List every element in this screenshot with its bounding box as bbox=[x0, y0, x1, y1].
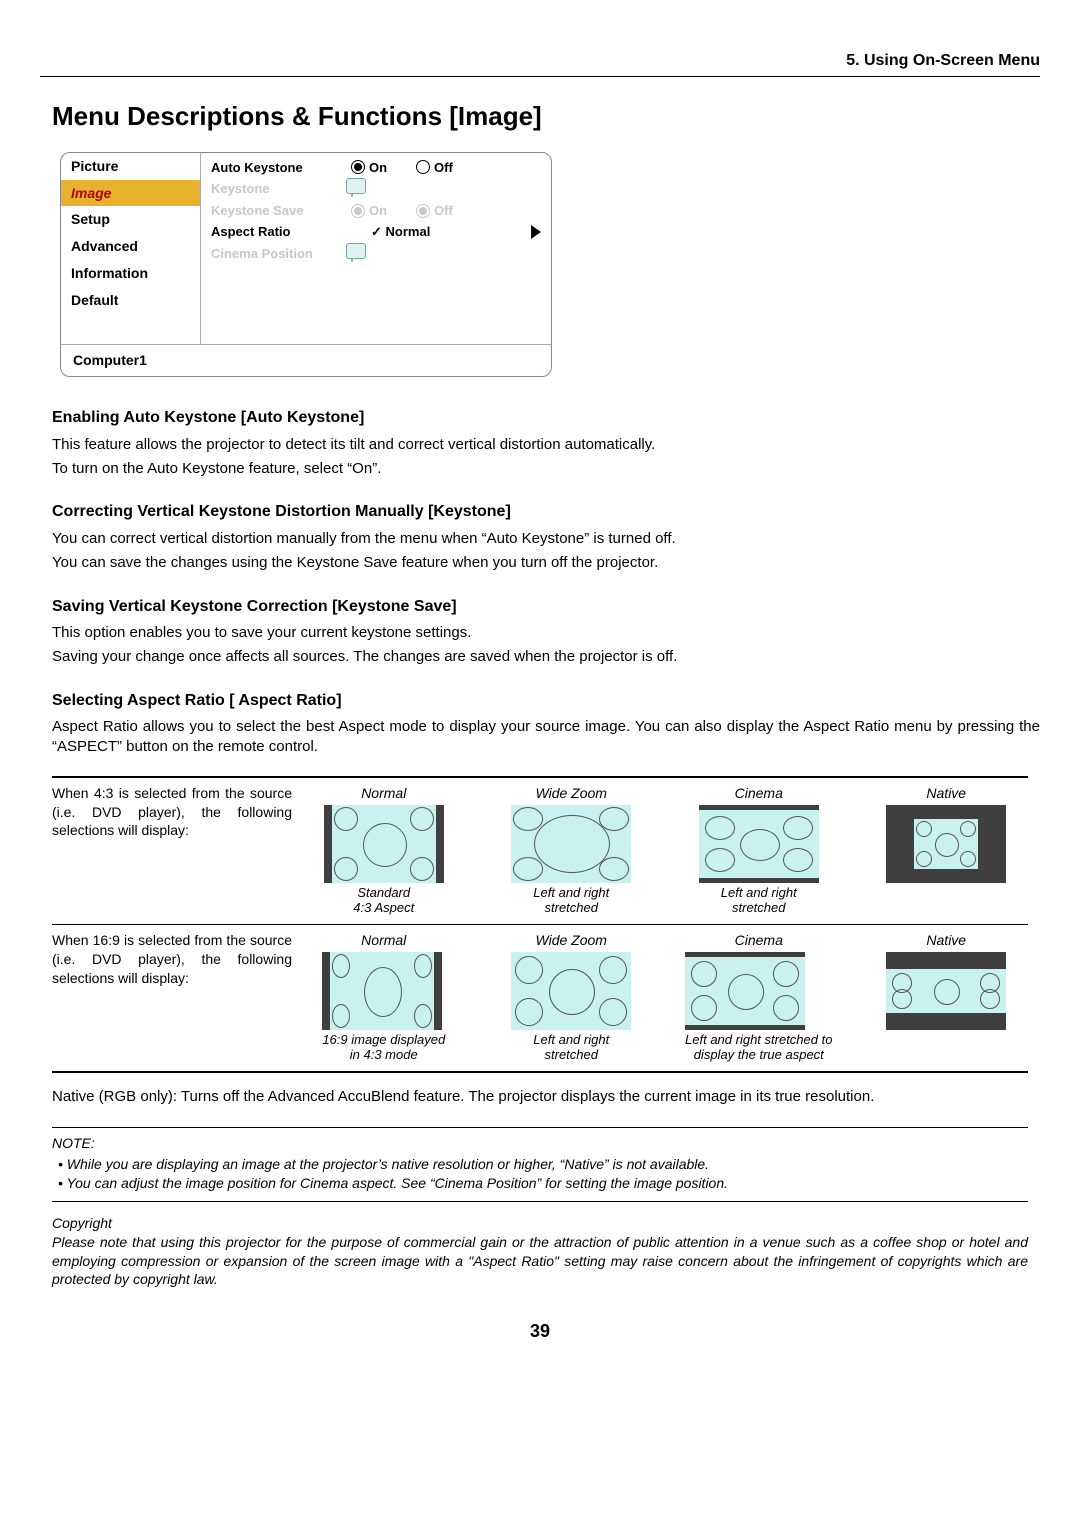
manual-page: 5. Using On-Screen Menu Menu Description… bbox=[0, 0, 1080, 1526]
p-sec2-2: You can save the changes using the Keyst… bbox=[52, 553, 1040, 573]
ar-head-wide: Wide Zoom bbox=[511, 784, 631, 803]
label-cinemapos: Cinema Position bbox=[211, 245, 351, 263]
ar-4x3-wide: Wide Zoom Left and right stretched bbox=[511, 784, 631, 916]
ar-head-cinema: Cinema bbox=[685, 931, 832, 950]
p-sec1-1: This feature allows the projector to det… bbox=[52, 435, 1040, 455]
screen-icon bbox=[511, 952, 631, 1030]
p-sec3-1: This option enables you to save your cur… bbox=[52, 623, 1040, 643]
ar-169-cinema: Cinema Left and right stretched to displ… bbox=[685, 931, 832, 1063]
ar-169-wide: Wide Zoom Left and right stretched bbox=[511, 931, 631, 1063]
ar-sub: Left and right stretched bbox=[511, 1032, 631, 1063]
ar-row2-label: When 16:9 is selected from the source (i… bbox=[52, 931, 302, 1063]
menu-picture[interactable]: Picture bbox=[61, 153, 200, 180]
menu-information[interactable]: Information bbox=[61, 260, 200, 287]
radio-autokeystone-off[interactable]: Off bbox=[416, 159, 481, 177]
ar-4x3-normal: Normal Standard 4:3 Aspect bbox=[324, 784, 444, 916]
ar-sub: Left and right stretched to display the … bbox=[685, 1032, 832, 1063]
menu-advanced[interactable]: Advanced bbox=[61, 233, 200, 260]
ar-row1-label: When 4:3 is selected from the source (i.… bbox=[52, 784, 302, 916]
screen-icon bbox=[685, 952, 805, 1030]
label-keystone: Keystone bbox=[211, 180, 351, 198]
ar-169-normal: Normal 16:9 image displayed in 4:3 mode bbox=[322, 931, 445, 1063]
p-sec4-1: Aspect Ratio allows you to select the be… bbox=[52, 717, 1040, 758]
page-number: 39 bbox=[40, 1319, 1040, 1343]
screen-icon bbox=[511, 805, 631, 883]
ar-sub: Standard 4:3 Aspect bbox=[324, 885, 444, 916]
note-title: NOTE: bbox=[52, 1134, 1028, 1153]
radio-keystonesave-off: Off bbox=[416, 202, 481, 220]
row-cinemapos: Cinema Position bbox=[201, 243, 551, 265]
radio-autokeystone-on[interactable]: On bbox=[351, 159, 416, 177]
row-aspect[interactable]: Aspect Ratio ✓ Normal bbox=[201, 221, 551, 243]
ar-4x3-native: Native bbox=[886, 784, 1006, 916]
arrow-right-icon[interactable] bbox=[531, 225, 541, 239]
osd-status: Computer1 bbox=[61, 345, 551, 376]
osd-right-panel: Auto Keystone On Off Keystone Keystone S… bbox=[201, 153, 551, 345]
ar-4x3-cinema: Cinema Left and right stretched bbox=[699, 784, 819, 916]
h-sec1: Enabling Auto Keystone [Auto Keystone] bbox=[52, 407, 1040, 429]
screen-icon bbox=[886, 952, 1006, 1030]
ar-sub: Left and right stretched bbox=[511, 885, 631, 916]
copyright-block: Copyright Please note that using this pr… bbox=[52, 1214, 1028, 1290]
row-keystone: Keystone bbox=[201, 178, 551, 200]
copyright-text: Please note that using this projector fo… bbox=[52, 1233, 1028, 1290]
h-sec4: Selecting Aspect Ratio [ Aspect Ratio] bbox=[52, 690, 1040, 712]
native-note: Native (RGB only): Turns off the Advance… bbox=[52, 1087, 1028, 1107]
chapter-heading: 5. Using On-Screen Menu bbox=[40, 50, 1040, 77]
ar-head-cinema: Cinema bbox=[699, 784, 819, 803]
p-sec1-2: To turn on the Auto Keystone feature, se… bbox=[52, 459, 1040, 479]
p-sec2-1: You can correct vertical distortion manu… bbox=[52, 529, 1040, 549]
row-autokeystone: Auto Keystone On Off bbox=[201, 157, 551, 179]
ar-head-normal: Normal bbox=[324, 784, 444, 803]
note-bullet-2: You can adjust the image position for Ci… bbox=[58, 1174, 1028, 1193]
screen-icon bbox=[324, 805, 444, 883]
p-sec3-2: Saving your change once affects all sour… bbox=[52, 647, 1040, 667]
screen-icon bbox=[886, 805, 1006, 883]
ar-head-native: Native bbox=[886, 784, 1006, 803]
ar-row-4x3: When 4:3 is selected from the source (i.… bbox=[52, 778, 1028, 925]
label-autokeystone: Auto Keystone bbox=[211, 159, 351, 177]
screen-icon bbox=[322, 952, 442, 1030]
copyright-heading: Copyright bbox=[52, 1214, 1028, 1233]
ar-row-16x9: When 16:9 is selected from the source (i… bbox=[52, 925, 1028, 1071]
note-block: NOTE: While you are displaying an image … bbox=[52, 1127, 1028, 1202]
row-keystonesave: Keystone Save On Off bbox=[201, 200, 551, 222]
value-aspect: ✓ Normal bbox=[351, 223, 481, 241]
label-aspect: Aspect Ratio bbox=[211, 223, 351, 241]
ar-sub: 16:9 image displayed in 4:3 mode bbox=[322, 1032, 445, 1063]
page-title: Menu Descriptions & Functions [Image] bbox=[52, 99, 1040, 134]
slider-keystone bbox=[351, 180, 353, 197]
menu-default[interactable]: Default bbox=[61, 287, 200, 314]
aspect-ratio-table: When 4:3 is selected from the source (i.… bbox=[52, 776, 1028, 1073]
ar-169-native: Native bbox=[886, 931, 1006, 1063]
ar-head-native: Native bbox=[886, 931, 1006, 950]
ar-head-normal: Normal bbox=[322, 931, 445, 950]
slider-cinemapos bbox=[351, 245, 353, 262]
radio-keystonesave-on: On bbox=[351, 202, 416, 220]
screen-icon bbox=[699, 805, 819, 883]
label-keystonesave: Keystone Save bbox=[211, 202, 351, 220]
osd-left-menu: Picture Image Setup Advanced Information… bbox=[61, 153, 201, 345]
ar-sub: Left and right stretched bbox=[699, 885, 819, 916]
ar-head-wide: Wide Zoom bbox=[511, 931, 631, 950]
h-sec2: Correcting Vertical Keystone Distortion … bbox=[52, 501, 1040, 523]
note-bullet-1: While you are displaying an image at the… bbox=[58, 1155, 1028, 1174]
menu-image[interactable]: Image bbox=[61, 180, 200, 207]
menu-setup[interactable]: Setup bbox=[61, 206, 200, 233]
osd-panel: Picture Image Setup Advanced Information… bbox=[60, 152, 552, 378]
h-sec3: Saving Vertical Keystone Correction [Key… bbox=[52, 596, 1040, 618]
